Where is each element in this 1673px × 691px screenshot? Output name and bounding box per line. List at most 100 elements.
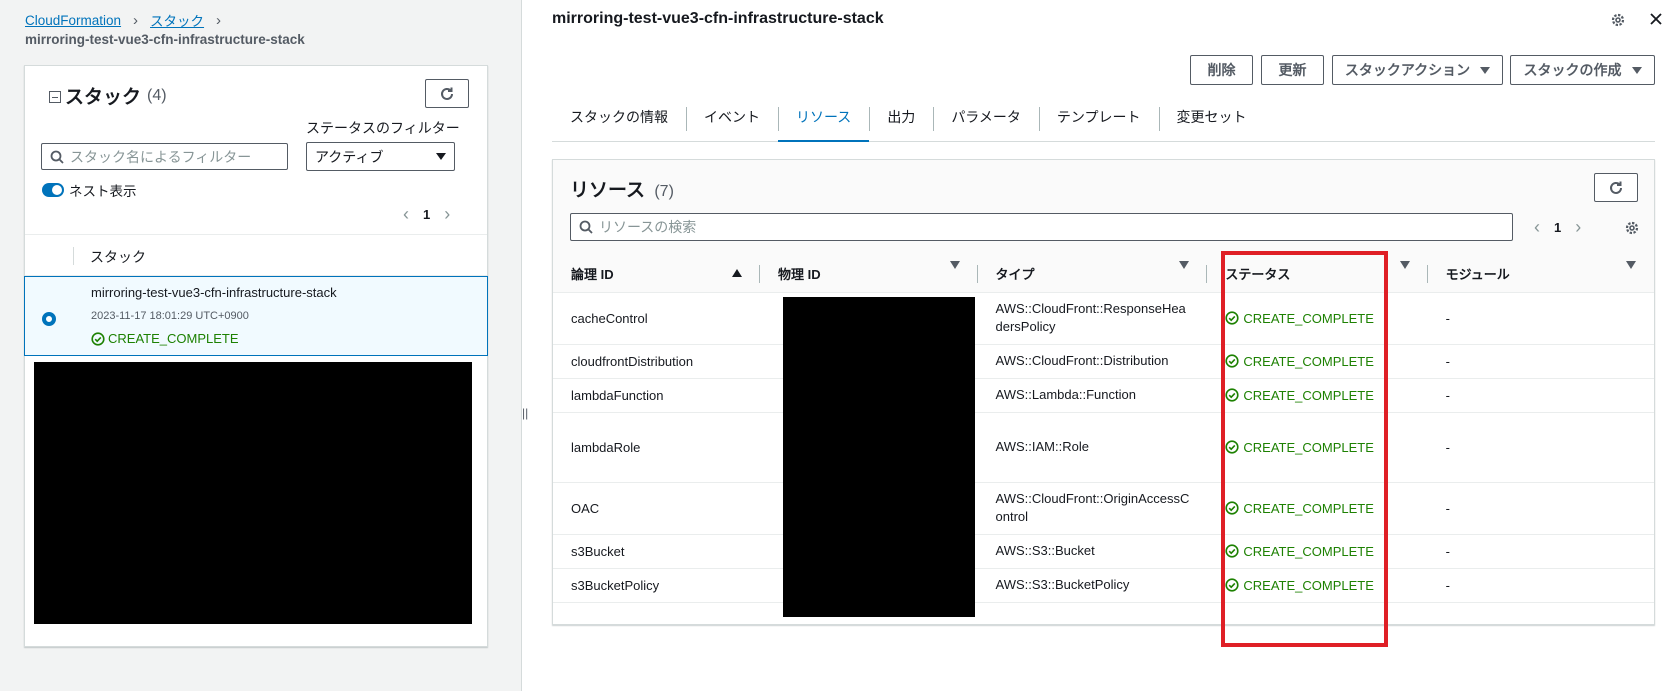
nested-view-label: ネスト表示 [69,184,137,199]
close-button[interactable] [1649,12,1663,26]
update-button-label: 更新 [1278,62,1307,78]
nested-view-toggle[interactable]: ネスト表示 [42,180,137,200]
column-header-module[interactable]: モジュール [1427,256,1654,293]
tab-parameters[interactable]: パラメータ [933,98,1039,142]
check-circle-icon [91,331,105,346]
tab-change-sets[interactable]: 変更セット [1158,98,1265,142]
table-settings-button[interactable] [1624,220,1640,236]
delete-button[interactable]: 削除 [1190,55,1253,85]
stacks-pagination: ‹ 1 › [403,204,450,225]
tab-stack-info[interactable]: スタックの情報 [552,98,686,142]
status-filter-label: ステータスのフィルター [306,120,460,136]
status-filter-select[interactable]: アクティブ [306,142,455,171]
create-stack-button[interactable]: スタックの作成 [1510,55,1655,85]
caret-down-icon [1631,66,1642,74]
stack-timestamp: 2023-11-17 18:01:29 UTC+0900 [91,310,249,322]
resources-title: リソース (7) [570,175,674,202]
logical-id-cell: s3Bucket [553,534,760,569]
stack-status-text: CREATE_COMPLETE [108,331,239,346]
resource-type: AWS::CloudFront::Distribution [995,353,1169,368]
table-row[interactable]: OAC AWS::CloudFront::OriginAccessC ontrol… [553,482,1654,535]
logical-id-cell: cloudfrontDistribution [553,344,760,379]
type-cell: AWS::Lambda::Function [977,378,1208,413]
stack-actions-button[interactable]: スタックアクション [1332,55,1503,85]
resources-table-body: cacheControl AWS::CloudFront::ResponseHea… [553,292,1654,603]
table-row[interactable]: s3Bucket AWS::S3::Bucket CREATE_COMPLETE - [553,534,1654,569]
chevron-left-icon[interactable]: ‹ [1534,217,1540,238]
logical-id-cell: s3BucketPolicy [553,568,760,603]
table-row[interactable]: lambdaRole AWS::IAM::Role CREATE_COMPLETE - [553,412,1654,483]
page-title: mirroring-test-vue3-cfn-infrastructure-s… [552,10,884,27]
tab-events[interactable]: イベント [686,98,778,142]
column-header-type[interactable]: タイプ [977,256,1208,293]
tab-outputs[interactable]: 出力 [869,98,933,142]
logical-id-cell: OAC [553,482,760,535]
tab-template[interactable]: テンプレート [1038,98,1159,142]
update-button[interactable]: 更新 [1261,55,1324,85]
logical-id-cell: lambdaFunction [553,378,760,413]
radio-selected-icon[interactable] [42,312,56,326]
table-row[interactable]: cloudfrontDistribution AWS::CloudFront::D… [553,344,1654,379]
stacks-panel: スタック (4) ステータスのフィルター アクティブ スタック名によるフィルター… [24,65,488,647]
delete-button-label: 削除 [1207,62,1236,78]
type-cell: AWS::S3::Bucket [977,534,1208,569]
stack-search-input[interactable]: スタック名によるフィルター [41,143,288,170]
module-cell: - [1427,412,1654,483]
stacks-refresh-button[interactable] [425,79,469,108]
module-cell: - [1427,534,1654,569]
resource-type: AWS::CloudFront::OriginAccessC ontrol [995,491,1190,524]
resource-search-placeholder: リソースの検索 [599,219,697,235]
stack-row-selected[interactable]: mirroring-test-vue3-cfn-infrastructure-s… [24,276,488,356]
module-cell: - [1427,378,1654,413]
stacks-header: スタック (4) [49,82,167,109]
logical-id: OAC [571,500,600,516]
chevron-left-icon[interactable]: ‹ [403,204,409,225]
module-cell: - [1427,482,1654,535]
logical-id: s3BucketPolicy [571,577,660,593]
page-number[interactable]: 1 [1554,220,1561,235]
type-cell: AWS::IAM::Role [977,412,1208,483]
table-row[interactable]: s3BucketPolicy AWS::S3::BucketPolicy CREAT… [553,568,1654,603]
refresh-icon [1610,181,1622,194]
column-header-logical-id[interactable]: 論理 ID [553,256,760,293]
type-cell: AWS::CloudFront::OriginAccessC ontrol [977,482,1208,535]
table-row[interactable]: cacheControl AWS::CloudFront::ResponseHea… [553,292,1654,345]
resources-refresh-button[interactable] [1594,173,1638,202]
settings-button[interactable] [1610,12,1626,28]
column-label: モジュール [1445,267,1510,283]
type-cell: AWS::CloudFront::Distribution [977,344,1208,379]
module-value: - [1445,310,1450,326]
tab-resources[interactable]: リソース [778,98,870,142]
column-header-physical-id[interactable]: 物理 ID [759,256,978,293]
module-value: - [1445,543,1450,559]
gear-icon [1625,221,1639,235]
chevron-right-icon[interactable]: › [1575,217,1581,238]
module-value: - [1445,500,1450,516]
logical-id: cloudfrontDistribution [571,353,694,369]
module-value: - [1445,577,1450,593]
module-cell: - [1427,568,1654,603]
table-row[interactable]: lambdaFunction AWS::Lambda::Function CREAT… [553,378,1654,413]
stack-search-placeholder: スタック名によるフィルター [70,148,252,165]
caret-down-icon [1480,66,1491,74]
search-icon [579,220,593,234]
logical-id: s3Bucket [571,543,625,559]
pane-resize-handle[interactable]: || [522,406,528,420]
collapse-icon[interactable] [49,91,61,103]
resource-type: AWS::S3::Bucket [995,543,1095,558]
stacks-count: (4) [147,86,167,104]
status-highlight-box [1221,251,1388,647]
search-icon [50,150,64,164]
breadcrumb-cloudformation-link[interactable]: CloudFormation [25,13,121,28]
chevron-right-icon[interactable]: › [444,204,450,225]
resource-search-input[interactable]: リソースの検索 [570,213,1513,241]
resources-count: (7) [654,183,674,200]
page-number[interactable]: 1 [423,207,430,222]
detail-tabs: スタックの情報 イベント リソース 出力 パラメータ テンプレート 変更セット [552,98,1655,142]
breadcrumb-stacks-link[interactable]: スタック [150,10,204,30]
stacks-title: スタック [65,87,142,108]
type-cell: AWS::CloudFront::ResponseHea dersPolicy [977,292,1208,345]
toggle-switch-icon [42,183,64,197]
column-label: タイプ [995,267,1035,283]
sort-ascending-icon [731,269,742,277]
